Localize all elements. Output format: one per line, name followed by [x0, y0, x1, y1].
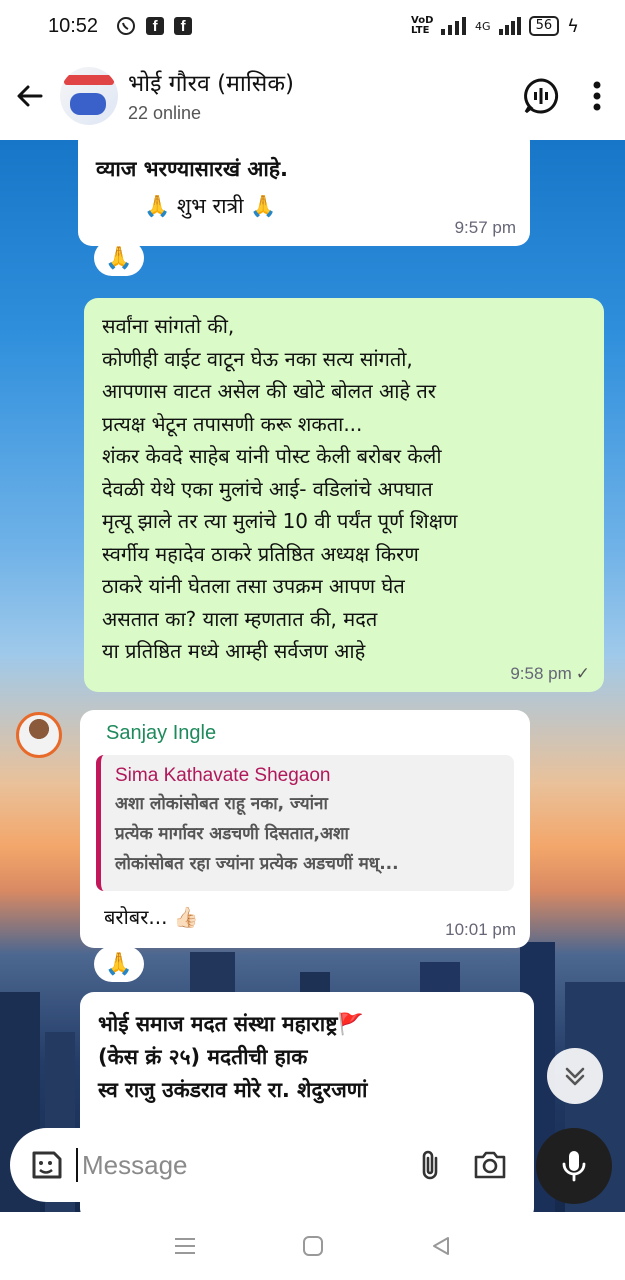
- online-count: 22 online: [128, 102, 202, 123]
- double-chevron-down-icon: [565, 1067, 585, 1086]
- microphone-icon: [562, 1151, 586, 1182]
- back-nav-icon[interactable]: [430, 1235, 452, 1257]
- emoji-sticker-icon[interactable]: [28, 1147, 64, 1183]
- signal-icon-2: [498, 17, 521, 35]
- message-signature: 🙏 शुभ रात्री 🙏: [144, 194, 277, 218]
- group-avatar[interactable]: [60, 67, 118, 125]
- voice-record-button[interactable]: [536, 1128, 612, 1204]
- message-composer: Message: [10, 1128, 526, 1202]
- network-label: VoD LTE: [411, 15, 434, 36]
- message-bubble-incoming[interactable]: Sanjay Ingle Sima Kathavate Shegaon अशा …: [80, 710, 530, 948]
- camera-icon: [474, 1151, 506, 1179]
- message-time: 9:57 pm: [454, 218, 516, 237]
- message-bubble-incoming[interactable]: व्याज भरण्यासारखं आहे. 🙏 शुभ रात्री 🙏 9:…: [78, 140, 530, 246]
- system-nav-bar: [0, 1212, 625, 1280]
- quoted-text: अशा लोकांसोबत राहू नका, ज्यांना प्रत्येक…: [115, 794, 399, 874]
- sent-check-icon: ✓: [575, 664, 590, 683]
- paperclip-icon: [422, 1150, 438, 1180]
- sender-name[interactable]: Sanjay Ingle: [106, 722, 520, 745]
- message-input[interactable]: Message: [76, 1148, 388, 1182]
- group-name: भोई गौरव (मासिक): [128, 70, 294, 97]
- chat-area[interactable]: व्याज भरण्यासारखं आहे. 🙏 शुभ रात्री 🙏 9:…: [0, 140, 625, 1212]
- more-options-button[interactable]: [569, 81, 625, 111]
- network-type-label: 4G: [475, 19, 491, 33]
- chat-header: भोई गौरव (मासिक) 22 online: [0, 52, 625, 140]
- battery-indicator: 56: [528, 16, 560, 36]
- home-icon[interactable]: [302, 1235, 324, 1257]
- message-text: सर्वांना सांगतो की, कोणीही वाईट वाटून घे…: [102, 314, 458, 663]
- back-button[interactable]: [0, 81, 60, 111]
- status-time: 10:52: [48, 14, 99, 37]
- reaction-badge[interactable]: 🙏: [94, 946, 144, 982]
- charging-icon: ϟ: [567, 15, 579, 37]
- camera-button[interactable]: [472, 1149, 508, 1181]
- menu-icon[interactable]: [173, 1236, 197, 1256]
- quoted-message[interactable]: Sima Kathavate Shegaon अशा लोकांसोबत राह…: [96, 755, 514, 891]
- signal-icon: [441, 17, 467, 35]
- voice-chat-icon: [524, 78, 559, 114]
- message-time: 9:58 pm ✓: [510, 664, 590, 683]
- attach-button[interactable]: [418, 1148, 442, 1182]
- message-text: व्याज भरण्यासारखं आहे.: [96, 157, 288, 181]
- whatsapp-icon: [117, 17, 136, 35]
- message-time: 10:01 pm: [445, 920, 516, 939]
- chat-title-area[interactable]: भोई गौरव (मासिक) 22 online: [128, 69, 513, 124]
- facebook-icon: f: [146, 17, 165, 35]
- sender-avatar[interactable]: [16, 712, 62, 758]
- quoted-sender: Sima Kathavate Shegaon: [115, 765, 331, 786]
- more-vert-icon: [593, 81, 601, 111]
- scroll-to-bottom-button[interactable]: [547, 1048, 603, 1104]
- facebook-icon-2: f: [174, 17, 193, 35]
- status-bar: 10:52 f f VoD LTE 4G 56 ϟ: [0, 0, 625, 52]
- message-bubble-outgoing[interactable]: सर्वांना सांगतो की, कोणीही वाईट वाटून घे…: [84, 298, 604, 692]
- back-arrow-icon: [17, 85, 43, 107]
- message-text: भोई समाज मदत संस्था महाराष्ट्र🚩 (केस क्र…: [98, 1012, 368, 1102]
- voice-chat-button[interactable]: [513, 77, 569, 115]
- reaction-badge[interactable]: 🙏: [94, 240, 144, 276]
